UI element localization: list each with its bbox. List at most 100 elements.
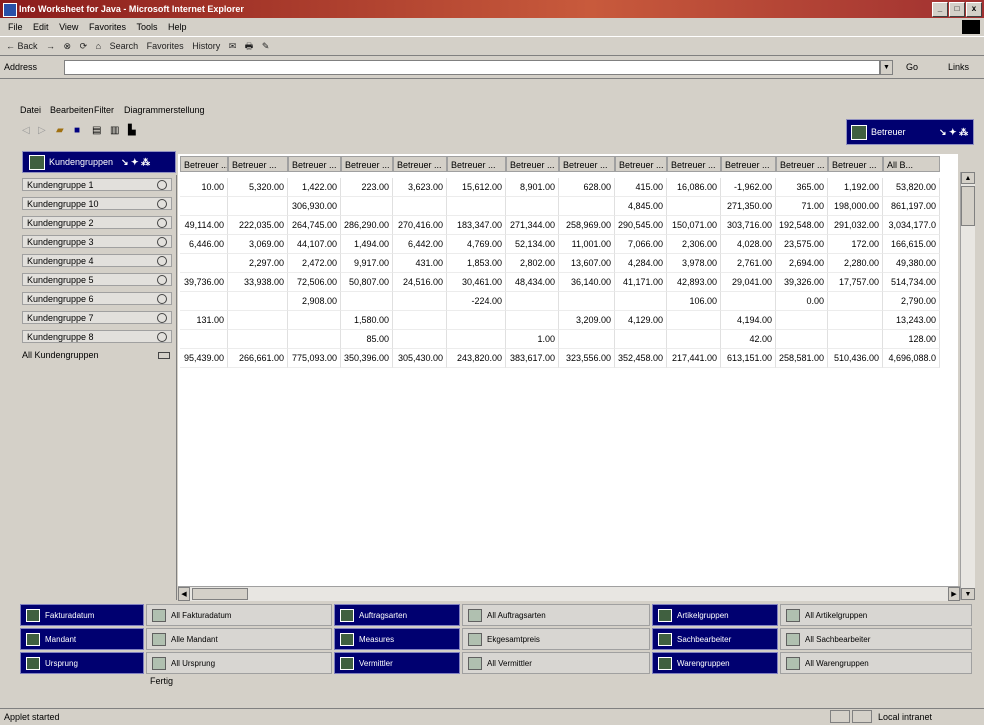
table-cell[interactable]: 4,769.00 [447, 235, 506, 254]
table-cell[interactable] [228, 311, 288, 330]
table-cell[interactable]: 71.00 [776, 197, 828, 216]
table-cell[interactable]: 85.00 [341, 330, 393, 349]
table-cell[interactable]: 303,716.00 [721, 216, 776, 235]
dimension-button[interactable]: Ursprung [20, 652, 144, 674]
table-cell[interactable]: 510,436.00 [828, 349, 883, 368]
table-cell[interactable]: 16,086.00 [667, 178, 721, 197]
table-cell[interactable] [393, 292, 447, 311]
table-cell[interactable]: 258,581.00 [776, 349, 828, 368]
table-cell[interactable] [447, 197, 506, 216]
close-button[interactable]: x [966, 2, 982, 17]
scroll-down-icon[interactable]: ▼ [961, 588, 975, 600]
expand-icon[interactable] [157, 332, 167, 342]
table-cell[interactable] [828, 311, 883, 330]
dimension-button[interactable]: Alle Mandant [146, 628, 332, 650]
table-cell[interactable]: 183,347.00 [447, 216, 506, 235]
table-cell[interactable]: 52,134.00 [506, 235, 559, 254]
table-cell[interactable]: 10.00 [180, 178, 228, 197]
dimension-button[interactable]: Artikelgruppen [652, 604, 778, 626]
table-cell[interactable]: 271,350.00 [721, 197, 776, 216]
menu-file[interactable]: File [8, 22, 23, 32]
menu-view[interactable]: View [59, 22, 78, 32]
table-cell[interactable]: 2,472.00 [288, 254, 341, 273]
table-cell[interactable] [180, 292, 228, 311]
table-cell[interactable]: 33,938.00 [228, 273, 288, 292]
row-label[interactable]: Kundengruppe 8 [22, 330, 172, 343]
menu-edit[interactable]: Edit [33, 22, 49, 32]
menu-diagrammerstellung[interactable]: Diagrammerstellung [124, 104, 205, 116]
table-cell[interactable] [447, 311, 506, 330]
table-cell[interactable]: 131.00 [180, 311, 228, 330]
table-cell[interactable]: 383,617.00 [506, 349, 559, 368]
dimension-actions-icon[interactable]: ↘ ✦ ⁂ [121, 152, 150, 172]
menu-datei[interactable]: Datei [20, 104, 41, 116]
table-cell[interactable]: 271,344.00 [506, 216, 559, 235]
favorites-button[interactable]: Favorites [147, 41, 184, 51]
dimension-button[interactable]: All Sachbearbeiter [780, 628, 972, 650]
table-cell[interactable]: 8,901.00 [506, 178, 559, 197]
print-icon[interactable]: ▤ [92, 123, 101, 139]
table-cell[interactable]: 1,580.00 [341, 311, 393, 330]
row-label[interactable]: Kundengruppe 1 [22, 178, 172, 191]
dimension-button[interactable]: Vermittler [334, 652, 460, 674]
forward-button[interactable]: → [46, 41, 55, 51]
table-cell[interactable]: 3,069.00 [228, 235, 288, 254]
table-cell[interactable]: 243,820.00 [447, 349, 506, 368]
table-cell[interactable]: 192,548.00 [776, 216, 828, 235]
table-cell[interactable] [615, 292, 667, 311]
table-cell[interactable]: 172.00 [828, 235, 883, 254]
table-cell[interactable]: -1,962.00 [721, 178, 776, 197]
table-cell[interactable]: 49,114.00 [180, 216, 228, 235]
dimension-button[interactable]: All Fakturadatum [146, 604, 332, 626]
table-cell[interactable] [506, 197, 559, 216]
table-cell[interactable]: 3,034,177.0 [883, 216, 940, 235]
table-cell[interactable] [667, 330, 721, 349]
table-icon[interactable]: ▥ [110, 123, 119, 139]
table-cell[interactable]: 48,434.00 [506, 273, 559, 292]
table-cell[interactable] [228, 197, 288, 216]
expand-icon[interactable] [157, 218, 167, 228]
table-cell[interactable] [667, 197, 721, 216]
menu-bearbeiten[interactable]: Bearbeiten [50, 104, 94, 116]
menu-favorites[interactable]: Favorites [89, 22, 126, 32]
table-cell[interactable]: 270,416.00 [393, 216, 447, 235]
column-header[interactable]: Betreuer ... [559, 156, 615, 172]
table-cell[interactable]: 352,458.00 [615, 349, 667, 368]
column-header[interactable]: Betreuer ... [341, 156, 393, 172]
table-cell[interactable]: 6,446.00 [180, 235, 228, 254]
table-cell[interactable]: 291,032.00 [828, 216, 883, 235]
table-cell[interactable] [180, 254, 228, 273]
column-header[interactable]: Betreuer ... [506, 156, 559, 172]
table-cell[interactable]: 5,320.00 [228, 178, 288, 197]
open-folder-icon[interactable]: ▰ [56, 123, 64, 139]
table-cell[interactable] [615, 330, 667, 349]
dimension-button[interactable]: All Warengruppen [780, 652, 972, 674]
column-header[interactable]: Betreuer ... [447, 156, 506, 172]
forward-arrow-icon[interactable]: ▷ [38, 123, 46, 139]
kundengruppen-dimension-button[interactable]: Kundengruppen ↘ ✦ ⁂ [22, 151, 176, 173]
table-cell[interactable]: 305,430.00 [393, 349, 447, 368]
table-cell[interactable]: 150,071.00 [667, 216, 721, 235]
table-cell[interactable]: 39,326.00 [776, 273, 828, 292]
table-cell[interactable] [506, 292, 559, 311]
dimension-button[interactable]: Ekgesamtpreis [462, 628, 650, 650]
table-cell[interactable]: 39,736.00 [180, 273, 228, 292]
table-cell[interactable]: 30,461.00 [447, 273, 506, 292]
refresh-button[interactable]: ⟳ [80, 41, 88, 51]
column-header[interactable]: Betreuer ... [180, 156, 228, 172]
table-cell[interactable]: 2,306.00 [667, 235, 721, 254]
all-row-label[interactable]: All Kundengruppen [18, 349, 174, 362]
expand-icon[interactable] [157, 256, 167, 266]
back-arrow-icon[interactable]: ◁ [22, 123, 30, 139]
table-cell[interactable]: 217,441.00 [667, 349, 721, 368]
table-cell[interactable]: 24,516.00 [393, 273, 447, 292]
table-cell[interactable]: 223.00 [341, 178, 393, 197]
table-cell[interactable]: 166,615.00 [883, 235, 940, 254]
row-label[interactable]: Kundengruppe 2 [22, 216, 172, 229]
table-cell[interactable]: 29,041.00 [721, 273, 776, 292]
expand-icon[interactable] [157, 294, 167, 304]
dimension-actions-icon[interactable]: ↘ ✦ ⁂ [939, 120, 968, 144]
table-cell[interactable]: 1,494.00 [341, 235, 393, 254]
table-cell[interactable] [559, 292, 615, 311]
minimize-button[interactable]: _ [932, 2, 948, 17]
